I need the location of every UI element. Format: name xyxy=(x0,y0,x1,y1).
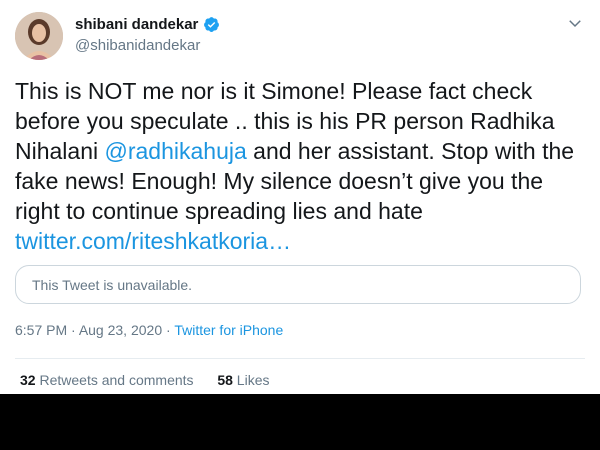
retweets-label: Retweets and comments xyxy=(39,372,194,388)
verified-badge-icon xyxy=(204,17,220,32)
likes-stat[interactable]: 58 Likes xyxy=(217,372,269,388)
retweets-stat[interactable]: 32 Retweets and comments xyxy=(20,372,194,388)
meta-separator: · xyxy=(162,322,175,338)
quoted-tweet-box[interactable]: This Tweet is unavailable. xyxy=(15,265,581,304)
likes-count: 58 xyxy=(217,372,233,388)
avatar[interactable] xyxy=(15,12,63,60)
tweet-card: shibani dandekar @shibanidandekar This i… xyxy=(0,0,600,394)
avatar-image xyxy=(15,12,63,60)
meta-separator: · xyxy=(67,322,79,338)
tweet-date[interactable]: Aug 23, 2020 xyxy=(79,322,162,338)
tweet-url-link[interactable]: twitter.com/riteshkatkoria… xyxy=(15,228,291,254)
divider xyxy=(15,358,585,359)
author-name[interactable]: shibani dandekar xyxy=(75,16,198,33)
retweets-count: 32 xyxy=(20,372,36,388)
mention-link[interactable]: @radhikahuja xyxy=(105,138,247,164)
quoted-tweet-unavailable-text: This Tweet is unavailable. xyxy=(32,277,193,293)
author-handle[interactable]: @shibanidandekar xyxy=(75,37,200,54)
tweet-stats: 32 Retweets and comments 58 Likes xyxy=(20,372,269,388)
author-name-row[interactable]: shibani dandekar xyxy=(75,16,220,33)
tweet-source-link[interactable]: Twitter for iPhone xyxy=(174,322,283,338)
likes-label: Likes xyxy=(236,372,270,388)
tweet-text: This is NOT me nor is it Simone! Please … xyxy=(15,76,590,256)
tweet-time[interactable]: 6:57 PM xyxy=(15,322,67,338)
chevron-down-icon[interactable] xyxy=(566,14,584,32)
tweet-meta: 6:57 PM · Aug 23, 2020 · Twitter for iPh… xyxy=(15,322,283,338)
